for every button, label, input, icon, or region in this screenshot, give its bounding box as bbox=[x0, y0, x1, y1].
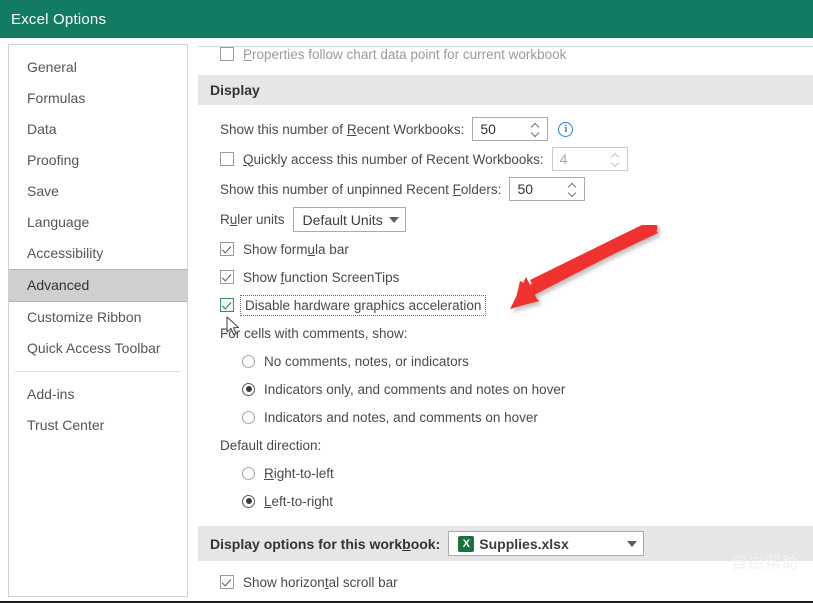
chevron-down-icon[interactable] bbox=[532, 131, 539, 135]
dialog-body: General Formulas Data Proofing Save Lang… bbox=[0, 38, 813, 603]
workbook-options-header: Display options for this workbook: X Sup… bbox=[198, 526, 813, 561]
chevron-up-icon[interactable] bbox=[532, 124, 539, 128]
quick-access-workbooks-value: 4 bbox=[553, 148, 607, 170]
chevron-down-icon[interactable] bbox=[383, 217, 405, 223]
window-title: Excel Options bbox=[11, 11, 106, 28]
properties-follow-chart-row[interactable]: Properties follow chart data point for c… bbox=[220, 44, 813, 65]
sidebar-item-trust-center[interactable]: Trust Center bbox=[9, 410, 187, 441]
chevron-up-icon bbox=[612, 154, 619, 158]
recent-workbooks-row: Show this number of Recent Workbooks: 50… bbox=[220, 117, 813, 141]
comments-option-none-label: No comments, notes, or indicators bbox=[264, 354, 469, 369]
chevron-down-icon[interactable] bbox=[621, 541, 643, 547]
sidebar-item-proofing[interactable]: Proofing bbox=[9, 145, 187, 176]
comments-option-indicators-hover-row[interactable]: Indicators only, and comments and notes … bbox=[242, 378, 813, 400]
quick-access-stepper-arrows bbox=[607, 148, 627, 170]
disable-hardware-graphics-acceleration-label: Disable hardware graphics acceleration bbox=[243, 298, 483, 313]
recent-workbooks-stepper[interactable]: 50 bbox=[472, 117, 548, 141]
sidebar-item-formulas[interactable]: Formulas bbox=[9, 83, 187, 114]
options-pane: Properties follow chart data point for c… bbox=[198, 44, 813, 597]
sidebar-item-general[interactable]: General bbox=[9, 52, 187, 83]
show-horizontal-scroll-bar-label: Show horizontal scroll bar bbox=[243, 575, 398, 590]
show-formula-bar-checkbox[interactable] bbox=[220, 242, 234, 256]
comments-group-label: For cells with comments, show: bbox=[220, 326, 408, 341]
recent-folders-row: Show this number of unpinned Recent Fold… bbox=[220, 177, 813, 201]
disable-hardware-graphics-acceleration-row[interactable]: Disable hardware graphics acceleration bbox=[220, 294, 813, 316]
sidebar-item-save[interactable]: Save bbox=[9, 176, 187, 207]
show-horizontal-scroll-bar-row[interactable]: Show horizontal scroll bar bbox=[220, 571, 813, 593]
sidebar-item-language[interactable]: Language bbox=[9, 207, 187, 238]
recent-folders-value[interactable]: 50 bbox=[510, 178, 564, 200]
comments-option-indicators-notes-row[interactable]: Indicators and notes, and comments on ho… bbox=[242, 406, 813, 428]
recent-folders-stepper[interactable]: 50 bbox=[509, 177, 585, 201]
default-direction-label: Default direction: bbox=[220, 438, 321, 453]
sidebar-item-add-ins[interactable]: Add-ins bbox=[9, 379, 187, 410]
show-formula-bar-row[interactable]: Show formula bar bbox=[220, 238, 813, 260]
info-icon[interactable]: i bbox=[558, 122, 573, 137]
sidebar-item-customize-ribbon[interactable]: Customize Ribbon bbox=[9, 302, 187, 333]
workbook-selector-dropdown[interactable]: X Supplies.xlsx bbox=[448, 531, 644, 556]
disable-hardware-graphics-acceleration-checkbox[interactable] bbox=[220, 298, 234, 312]
recent-workbooks-stepper-arrows[interactable] bbox=[527, 118, 547, 140]
sidebar-item-accessibility[interactable]: Accessibility bbox=[9, 238, 187, 269]
recent-folders-stepper-arrows[interactable] bbox=[564, 178, 584, 200]
show-function-screentips-row[interactable]: Show function ScreenTips bbox=[220, 266, 813, 288]
ruler-units-row: Ruler units Default Units bbox=[220, 207, 813, 232]
title-bar: Excel Options bbox=[0, 0, 813, 38]
show-formula-bar-label: Show formula bar bbox=[243, 242, 349, 257]
comments-option-none-radio[interactable] bbox=[242, 355, 255, 368]
sidebar-separator bbox=[15, 371, 181, 372]
excel-file-icon: X bbox=[458, 536, 474, 552]
direction-left-to-right-label: Left-to-right bbox=[264, 494, 333, 509]
workbook-selected-file: Supplies.xlsx bbox=[479, 536, 568, 552]
ruler-units-dropdown[interactable]: Default Units bbox=[293, 207, 406, 232]
direction-right-to-left-row[interactable]: Right-to-left bbox=[242, 462, 813, 484]
comments-option-indicators-hover-radio[interactable] bbox=[242, 383, 255, 396]
ruler-units-label: Ruler units bbox=[220, 212, 285, 227]
sidebar-item-data[interactable]: Data bbox=[9, 114, 187, 145]
default-direction-label-row: Default direction: bbox=[220, 434, 813, 456]
show-function-screentips-checkbox[interactable] bbox=[220, 270, 234, 284]
recent-workbooks-label: Show this number of Recent Workbooks: bbox=[220, 122, 464, 137]
display-section-header: Display bbox=[198, 75, 813, 105]
direction-right-to-left-radio[interactable] bbox=[242, 467, 255, 480]
quick-access-workbooks-label: Quickly access this number of Recent Wor… bbox=[243, 152, 544, 167]
quick-access-workbooks-row[interactable]: Quickly access this number of Recent Wor… bbox=[220, 147, 813, 171]
chevron-down-icon[interactable] bbox=[569, 191, 576, 195]
chevron-up-icon[interactable] bbox=[569, 184, 576, 188]
show-horizontal-scroll-bar-checkbox[interactable] bbox=[220, 575, 234, 589]
show-function-screentips-label: Show function ScreenTips bbox=[243, 270, 399, 285]
direction-left-to-right-radio[interactable] bbox=[242, 495, 255, 508]
sidebar-item-quick-access-toolbar[interactable]: Quick Access Toolbar bbox=[9, 333, 187, 364]
direction-left-to-right-row[interactable]: Left-to-right bbox=[242, 490, 813, 512]
quick-access-workbooks-stepper: 4 bbox=[552, 147, 628, 171]
comments-group-label-row: For cells with comments, show: bbox=[220, 322, 813, 344]
comments-option-none-row[interactable]: No comments, notes, or indicators bbox=[242, 350, 813, 372]
sidebar-item-advanced[interactable]: Advanced bbox=[9, 269, 187, 302]
properties-follow-chart-checkbox[interactable] bbox=[220, 47, 234, 61]
direction-right-to-left-label: Right-to-left bbox=[264, 466, 334, 481]
ruler-units-selected-value: Default Units bbox=[303, 212, 383, 228]
chevron-down-icon bbox=[612, 161, 619, 165]
comments-option-indicators-hover-label: Indicators only, and comments and notes … bbox=[264, 382, 565, 397]
sidebar-nav: General Formulas Data Proofing Save Lang… bbox=[8, 44, 188, 597]
quick-access-workbooks-checkbox[interactable] bbox=[220, 152, 234, 166]
comments-option-indicators-notes-label: Indicators and notes, and comments on ho… bbox=[264, 410, 538, 425]
recent-folders-label: Show this number of unpinned Recent Fold… bbox=[220, 182, 501, 197]
comments-option-indicators-notes-radio[interactable] bbox=[242, 411, 255, 424]
properties-follow-chart-label: Properties follow chart data point for c… bbox=[243, 47, 566, 62]
workbook-options-label: Display options for this workbook: bbox=[210, 536, 440, 552]
recent-workbooks-value[interactable]: 50 bbox=[473, 118, 527, 140]
